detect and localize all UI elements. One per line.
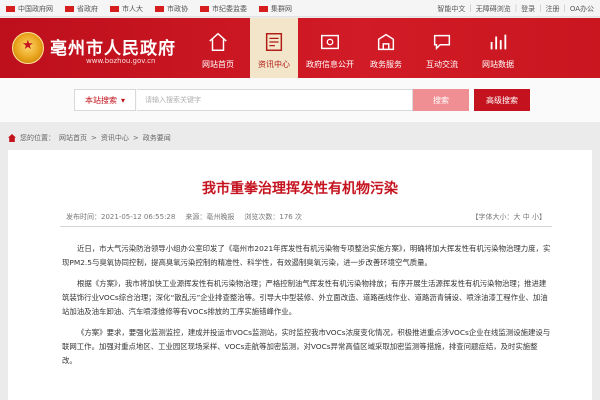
- nav-label: 网站首页: [202, 60, 234, 69]
- flag-icon: [259, 6, 268, 12]
- nav-label: 政务服务: [370, 60, 402, 69]
- site-title[interactable]: 亳州市人民政府: [50, 34, 176, 59]
- home-icon: [8, 134, 16, 142]
- top-link-province[interactable]: 省政府: [65, 4, 98, 14]
- chevron-down-icon: ▾: [120, 95, 125, 105]
- top-link-label: 市政协: [167, 5, 188, 13]
- search-input[interactable]: [137, 89, 413, 111]
- divider: |: [469, 4, 472, 12]
- chat-icon: [433, 34, 451, 51]
- nav-info-open[interactable]: 政府信息公开: [302, 18, 358, 78]
- top-link-label: 市人大: [122, 5, 143, 13]
- flag-icon: [65, 6, 74, 12]
- flag-icon: [155, 6, 164, 12]
- national-emblem-icon: [12, 32, 44, 64]
- breadcrumb-prefix: 您的位置：: [20, 134, 55, 142]
- site-header: 亳州市人民政府 www.bozhou.gov.cn 网站首页 资讯中心 政府信息…: [0, 18, 600, 78]
- flag-icon: [200, 6, 209, 12]
- breadcrumb-separator: >: [91, 134, 97, 142]
- flag-icon: [6, 6, 15, 12]
- login-link[interactable]: 登录: [521, 4, 535, 14]
- oa-link[interactable]: OA办公: [570, 4, 594, 14]
- breadcrumb-item[interactable]: 政务要闻: [143, 133, 171, 143]
- nav-label: 政府信息公开: [306, 60, 354, 69]
- lang-link[interactable]: 智能中文: [437, 4, 465, 14]
- breadcrumb-separator: >: [132, 134, 139, 142]
- top-link-label: 集群网: [271, 5, 292, 13]
- search-scope-label: 本站搜索: [84, 95, 117, 105]
- top-links: 中国政府网 省政府 市人大 市政协 市纪委监委 集群网: [6, 4, 292, 14]
- data-icon: [490, 34, 507, 50]
- breadcrumb-item[interactable]: 资讯中心: [101, 133, 129, 143]
- top-link-cluster[interactable]: 集群网: [259, 4, 292, 14]
- font-size-switcher[interactable]: 【字体大小：大 中 小】: [472, 212, 546, 222]
- publish-date: 发布时间：2021-05-12 06:55:28: [66, 213, 176, 221]
- top-link-label: 省政府: [77, 5, 98, 13]
- divider: |: [514, 4, 518, 12]
- nav-service[interactable]: 政务服务: [358, 18, 414, 78]
- top-link-gov[interactable]: 中国政府网: [6, 4, 53, 14]
- nav-data[interactable]: 网站数据: [470, 18, 526, 78]
- article-source: 来源：亳州晚报: [185, 213, 235, 221]
- site-url: www.bozhou.gov.cn: [86, 57, 156, 65]
- top-link-discipline[interactable]: 市纪委监委: [200, 4, 247, 14]
- top-tools: 智能中文 | 无障碍浏览 | 登录 | 注册 | OA办公: [437, 4, 594, 14]
- main-nav: 网站首页 资讯中心 政府信息公开 政务服务 互动交流 网站数据: [190, 18, 526, 78]
- article-panel: 我市重拳治理挥发性有机物污染 发布时间：2021-05-12 06:55:28 …: [8, 150, 592, 400]
- advanced-search-button[interactable]: 高级搜索: [474, 89, 530, 111]
- article-title: 我市重拳治理挥发性有机物污染: [202, 181, 398, 197]
- view-count: 浏览次数：176 次: [244, 213, 302, 221]
- news-icon: [265, 33, 283, 51]
- nav-label: 互动交流: [426, 60, 458, 69]
- nav-interaction[interactable]: 互动交流: [414, 18, 470, 78]
- info-open-icon: [321, 34, 339, 50]
- search-button[interactable]: 搜索: [413, 89, 469, 111]
- search-band: 本站搜索 ▾ 搜索 高级搜索: [0, 78, 600, 122]
- nav-home[interactable]: 网站首页: [190, 18, 246, 78]
- nav-label: 网站数据: [482, 60, 514, 69]
- top-link-label: 中国政府网: [18, 5, 53, 13]
- breadcrumb: 您的位置： 网站首页 > 资讯中心 > 政务要闻: [0, 130, 600, 144]
- nav-label: 资讯中心: [258, 60, 290, 69]
- flag-icon: [110, 6, 119, 12]
- register-link[interactable]: 注册: [545, 4, 559, 14]
- accessibility-link[interactable]: 无障碍浏览: [476, 4, 511, 14]
- top-link-label: 市纪委监委: [212, 5, 247, 13]
- top-link-cppcc[interactable]: 市政协: [155, 4, 188, 14]
- divider: [60, 226, 552, 227]
- nav-news[interactable]: 资讯中心: [250, 18, 298, 78]
- top-bar: 中国政府网 省政府 市人大 市政协 市纪委监委 集群网 智能中文 | 无障碍浏览 |…: [0, 0, 600, 17]
- article-body: 近日，市大气污染防治领导小组办公室印发了《亳州市2021年挥发性有机污染物专项整…: [62, 242, 552, 375]
- breadcrumb-item[interactable]: 网站首页: [59, 133, 87, 143]
- top-link-npc[interactable]: 市人大: [110, 4, 143, 14]
- divider: |: [539, 4, 542, 12]
- article-paragraph: 近日，市大气污染防治领导小组办公室印发了《亳州市2021年挥发性有机污染物专项整…: [62, 244, 551, 267]
- article-paragraph: 根据《方案》，我市将加快工业源挥发性有机污染物治理；严格控制油气挥发性有机污染物…: [62, 279, 548, 316]
- article-meta: 发布时间：2021-05-12 06:55:28 来源：亳州晚报 浏览次数：17…: [66, 212, 302, 222]
- article-paragraph: 《方案》要求，要强化监测监控，建成并投运市VOCs监测站，实时监控我市VOCs浓…: [62, 328, 551, 365]
- home-icon: [209, 32, 227, 51]
- service-icon: [377, 33, 395, 51]
- search-scope-select[interactable]: 本站搜索 ▾: [74, 89, 136, 111]
- divider: |: [563, 4, 566, 12]
